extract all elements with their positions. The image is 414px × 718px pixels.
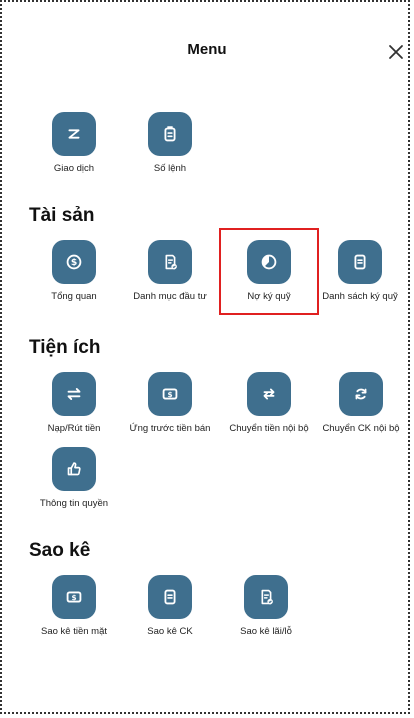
menu-item-label: Danh sách ký quỹ [322, 291, 398, 302]
menu-item-label: Giao dịch [53, 163, 95, 174]
highlight-box [219, 228, 319, 315]
menu-item-label: Chuyển CK nội bộ [322, 423, 400, 434]
banknote-icon: $ [148, 372, 192, 416]
svg-text:$: $ [167, 390, 172, 399]
svg-text:$: $ [71, 593, 76, 602]
menu-item-chuyen-ck-noi-bo[interactable]: Chuyển CK nội bộ [311, 372, 411, 434]
menu-item-label: Chuyển tiền nội bộ [229, 423, 309, 434]
section-title-sao-ke: Sao kê [29, 540, 91, 561]
clipboard-icon [148, 112, 192, 156]
document-icon [338, 240, 382, 284]
z-icon [52, 112, 96, 156]
menu-item-label: Số lệnh [153, 163, 187, 174]
section-title-tien-ich: Tiện ích [29, 337, 101, 358]
refresh-icon [339, 372, 383, 416]
menu-item-label: Thông tin quyền [39, 498, 109, 509]
document-check-icon [148, 240, 192, 284]
document-check-icon [244, 575, 288, 619]
menu-item-giao-dich[interactable]: Giao dịch [24, 112, 124, 174]
menu-item-label: Tổng quan [51, 291, 97, 302]
menu-screen: Menu Giao dịch Số lệnh Tài sản $ Tổng qu… [0, 0, 410, 714]
banknote-icon: $ [52, 575, 96, 619]
menu-item-sao-ke-ck[interactable]: Sao kê CK [120, 575, 220, 637]
menu-item-label: Ứng trước tiền bán [129, 423, 211, 434]
dollar-coin-icon: $ [52, 240, 96, 284]
document-icon [148, 575, 192, 619]
menu-item-ung-truoc-tien-ban[interactable]: $ Ứng trước tiền bán [120, 372, 220, 434]
menu-item-label: Nạp/Rút tiền [47, 423, 101, 434]
swap-arrows-icon [52, 372, 96, 416]
menu-header: Menu [2, 2, 412, 88]
section-title-tai-san: Tài sản [29, 205, 95, 226]
menu-item-label: Sao kê tiền mặt [40, 626, 107, 637]
close-icon[interactable] [386, 42, 406, 62]
menu-item-label: Sao kê lãi/lỗ [240, 626, 292, 637]
menu-item-chuyen-tien-noi-bo[interactable]: Chuyển tiền nội bộ [219, 372, 319, 434]
menu-item-danh-sach-ky-quy[interactable]: Danh sách ký quỹ [310, 240, 410, 302]
page-title: Menu [187, 41, 227, 58]
menu-item-tong-quan[interactable]: $ Tổng quan [24, 240, 124, 302]
menu-item-thong-tin-quyen[interactable]: Thông tin quyền [24, 447, 124, 509]
menu-item-label: Danh mục đầu tư [133, 291, 207, 302]
svg-text:$: $ [71, 257, 77, 268]
menu-item-sao-ke-lai-lo[interactable]: Sao kê lãi/lỗ [216, 575, 316, 637]
thumbs-up-icon [52, 447, 96, 491]
menu-item-nap-rut-tien[interactable]: Nạp/Rút tiền [24, 372, 124, 434]
transfer-arrows-icon [247, 372, 291, 416]
menu-item-danh-muc-dau-tu[interactable]: Danh mục đầu tư [120, 240, 220, 302]
menu-item-label: Sao kê CK [147, 626, 193, 637]
menu-item-sao-ke-tien-mat[interactable]: $ Sao kê tiền mặt [24, 575, 124, 637]
menu-item-so-lenh[interactable]: Số lệnh [120, 112, 220, 174]
